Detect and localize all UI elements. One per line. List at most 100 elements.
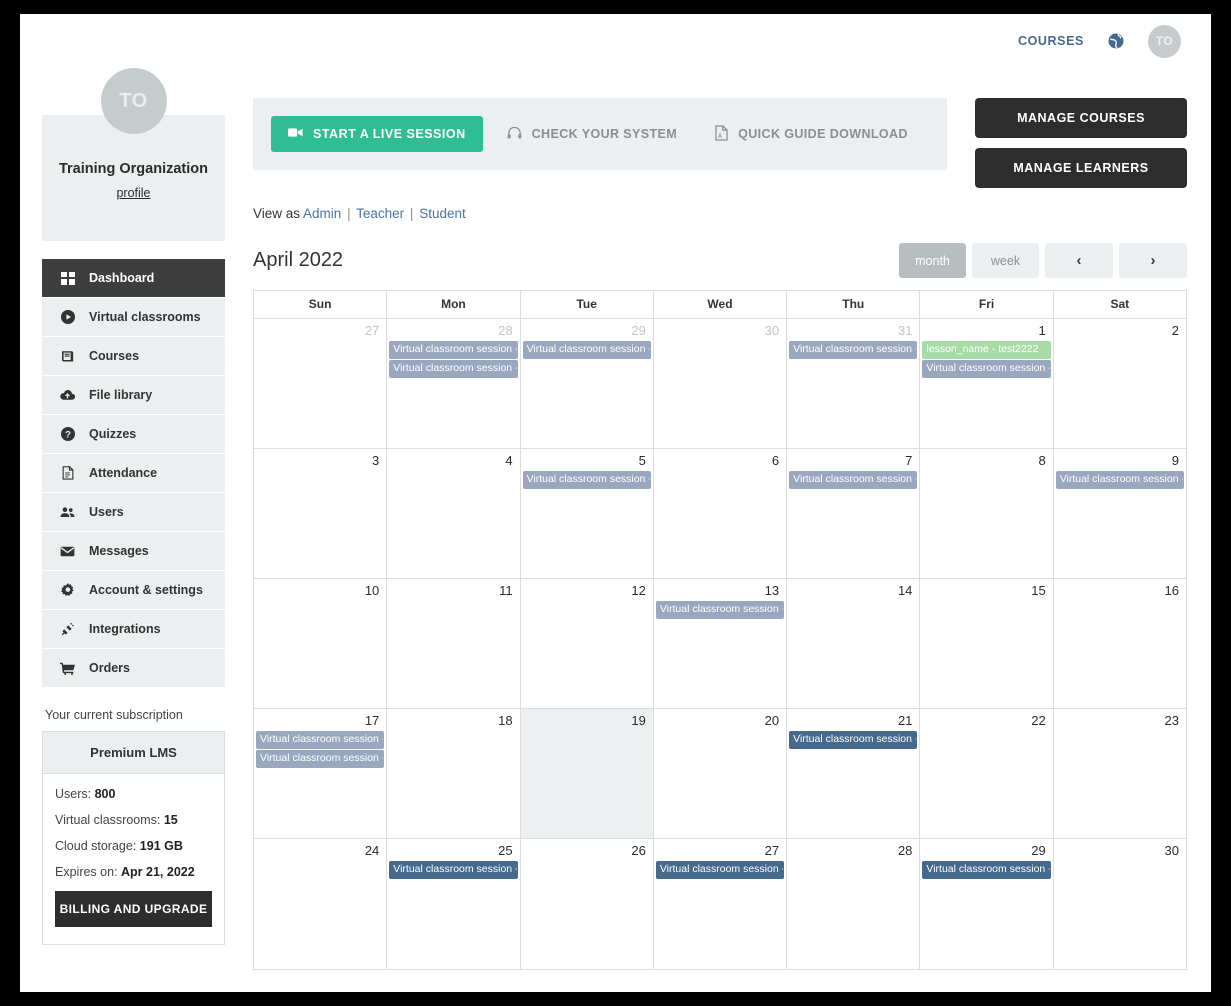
sidebar-item-account-settings[interactable]: Account & settings <box>42 571 225 610</box>
sidebar-item-file-library[interactable]: File library <box>42 376 225 415</box>
sidebar-item-quizzes[interactable]: ? Quizzes <box>42 415 225 454</box>
calendar-day-number: 1 <box>1038 323 1046 338</box>
calendar-day-cell[interactable]: 21 Virtual classroom session - ti <box>787 709 921 838</box>
sidebar-item-users[interactable]: Users <box>42 493 225 532</box>
sidebar-item-orders[interactable]: Orders <box>42 649 225 688</box>
calendar-prev-button[interactable]: ‹ <box>1045 243 1113 278</box>
calendar-day-cell[interactable]: 27 <box>254 319 388 448</box>
calendar-day-number: 30 <box>1164 843 1179 858</box>
sidebar-item-messages[interactable]: Messages <box>42 532 225 571</box>
view-as-separator: | <box>409 206 414 221</box>
sidebar-item-courses[interactable]: Courses <box>42 337 225 376</box>
calendar-month-button[interactable]: month <box>899 243 966 278</box>
calendar-event[interactable]: Virtual classroom session - ti <box>789 731 918 749</box>
sidebar-item-virtual-classrooms[interactable]: Virtual classrooms <box>42 298 225 337</box>
quick-guide-download-link[interactable]: A QUICK GUIDE DOWNLOAD <box>701 115 922 154</box>
calendar-week-row: 17 Virtual classroom session - A Virtual c… <box>254 709 1186 839</box>
calendar-day-cell[interactable]: 19 <box>520 709 654 838</box>
calendar-day-number: 25 <box>498 843 513 858</box>
calendar-day-cell[interactable]: 10 <box>254 579 388 708</box>
calendar-day-cell[interactable]: 29 Virtual classroom session - te <box>521 319 654 448</box>
calendar-day-cell[interactable]: 4 <box>387 449 521 578</box>
calendar-day-cell[interactable]: 11 <box>387 579 521 708</box>
calendar-day-cell[interactable]: 30 <box>1054 839 1186 969</box>
calendar-day-number: 30 <box>764 323 780 338</box>
calendar-weeks: 27 28 Virtual classroom session - A Virtual… <box>254 319 1186 969</box>
sidebar-item-attendance[interactable]: Attendance <box>42 454 225 493</box>
calendar-event[interactable]: Virtual classroom session - ti <box>389 360 518 378</box>
calendar-day-cell[interactable]: 29 Virtual classroom session - ti <box>920 839 1054 969</box>
calendar-day-cell[interactable]: 5 Virtual classroom session - ti <box>521 449 654 578</box>
manage-learners-button[interactable]: MANAGE LEARNERS <box>975 148 1187 188</box>
calendar-event[interactable]: Virtual classroom session - ti <box>522 471 651 489</box>
calendar-day-cell[interactable]: 17 Virtual classroom session - A Virtual c… <box>254 709 388 838</box>
calendar-day-number: 23 <box>1164 713 1179 728</box>
sidebar-item-label: Orders <box>89 661 130 675</box>
calendar-title: April 2022 <box>253 249 344 271</box>
calendar-day-cell[interactable]: 3 <box>254 449 388 578</box>
calendar-day-cell[interactable]: 13 Virtual classroom session - ti <box>654 579 788 708</box>
view-as-admin-link[interactable]: Admin <box>303 206 341 221</box>
calendar-day-cell[interactable]: 6 <box>654 449 788 578</box>
calendar-day-cell[interactable]: 28 Virtual classroom session - A Virtual c… <box>387 319 521 448</box>
calendar-day-cell[interactable]: 31 Virtual classroom session - fo <box>787 319 921 448</box>
calendar-week-button[interactable]: week <box>972 243 1039 278</box>
calendar-event[interactable]: Virtual classroom session - ti <box>389 861 518 879</box>
calendar-day-number: 21 <box>897 713 913 728</box>
calendar-event[interactable]: Virtual classroom session - A <box>389 341 518 359</box>
calendar-day-cell[interactable]: 25 Virtual classroom session - ti <box>387 839 521 969</box>
calendar-day-cell[interactable]: 30 <box>654 319 788 448</box>
view-as-teacher-link[interactable]: Teacher <box>356 206 404 221</box>
billing-and-upgrade-button[interactable]: BILLING AND UPGRADE <box>55 891 212 927</box>
calendar-day-cell[interactable]: 18 <box>387 709 521 838</box>
start-live-session-button[interactable]: START A LIVE SESSION <box>271 116 483 152</box>
calendar-day-cell[interactable]: 26 <box>521 839 654 969</box>
calendar-event[interactable]: Virtual classroom session - ti <box>922 360 1051 378</box>
subscription-row: Cloud storage: 191 GB <box>55 839 212 853</box>
calendar-event[interactable]: Virtual classroom session - A <box>655 861 785 879</box>
calendar-day-cell[interactable]: 24 <box>254 839 388 969</box>
calendar-event[interactable]: Virtual classroom session - fo <box>789 341 918 359</box>
calendar-event[interactable]: Virtual classroom session - A <box>789 471 918 489</box>
calendar-day-cell[interactable]: 15 <box>920 579 1054 708</box>
sidebar-item-integrations[interactable]: Integrations <box>42 610 225 649</box>
check-your-system-link[interactable]: CHECK YOUR SYSTEM <box>493 116 691 153</box>
calendar-day-number: 29 <box>1031 843 1046 858</box>
calendar-day-number: 10 <box>364 583 380 598</box>
calendar-day-cell[interactable]: 22 <box>920 709 1054 838</box>
calendar-day-cell[interactable]: 1 lesson_name - test2222 Virtual classroom… <box>920 319 1054 448</box>
calendar-day-cell[interactable]: 7 Virtual classroom session - A <box>787 449 921 578</box>
nav-courses-link[interactable]: COURSES <box>1018 34 1084 48</box>
view-as-student-link[interactable]: Student <box>419 206 466 221</box>
globe-icon[interactable] <box>1106 31 1126 51</box>
calendar-day-cell[interactable]: 12 <box>521 579 654 708</box>
calendar-day-cell[interactable]: 9 Virtual classroom session - ti <box>1054 449 1186 578</box>
calendar-day-cell[interactable]: 14 <box>787 579 921 708</box>
quick-guide-download-label: QUICK GUIDE DOWNLOAD <box>738 127 908 141</box>
subscription-row: Users: 800 <box>55 787 212 801</box>
calendar-next-button[interactable]: › <box>1119 243 1187 278</box>
calendar-day-cell[interactable]: 8 <box>920 449 1054 578</box>
calendar-event[interactable]: Virtual classroom session - ti <box>655 601 785 619</box>
calendar-day-cell[interactable]: 23 <box>1054 709 1186 838</box>
calendar-day-cell[interactable]: 20 <box>654 709 788 838</box>
pdf-file-icon: A <box>715 124 728 144</box>
calendar-day-cell[interactable]: 2 <box>1054 319 1186 448</box>
calendar-day-cell[interactable]: 27 Virtual classroom session - A <box>654 839 788 969</box>
manage-courses-button[interactable]: MANAGE COURSES <box>975 98 1187 138</box>
calendar-day-number: 18 <box>498 713 513 728</box>
calendar-event[interactable]: Virtual classroom session - ti <box>922 861 1051 879</box>
calendar-day-header: Mon <box>387 291 521 318</box>
profile-avatar[interactable]: TO <box>100 68 167 134</box>
calendar-event[interactable]: Virtual classroom session - ti <box>1055 471 1184 489</box>
calendar-event[interactable]: Virtual classroom session - ti <box>256 750 385 768</box>
calendar-day-number: 24 <box>364 843 380 858</box>
calendar-event[interactable]: Virtual classroom session - te <box>522 341 651 359</box>
calendar-event[interactable]: Virtual classroom session - A <box>256 731 385 749</box>
calendar-event[interactable]: lesson_name - test2222 <box>922 341 1051 359</box>
user-avatar[interactable]: TO <box>1148 24 1181 58</box>
sidebar-item-dashboard[interactable]: Dashboard <box>42 259 225 298</box>
calendar-day-cell[interactable]: 16 <box>1054 579 1186 708</box>
profile-link[interactable]: profile <box>116 186 150 200</box>
calendar-day-cell[interactable]: 28 <box>787 839 921 969</box>
